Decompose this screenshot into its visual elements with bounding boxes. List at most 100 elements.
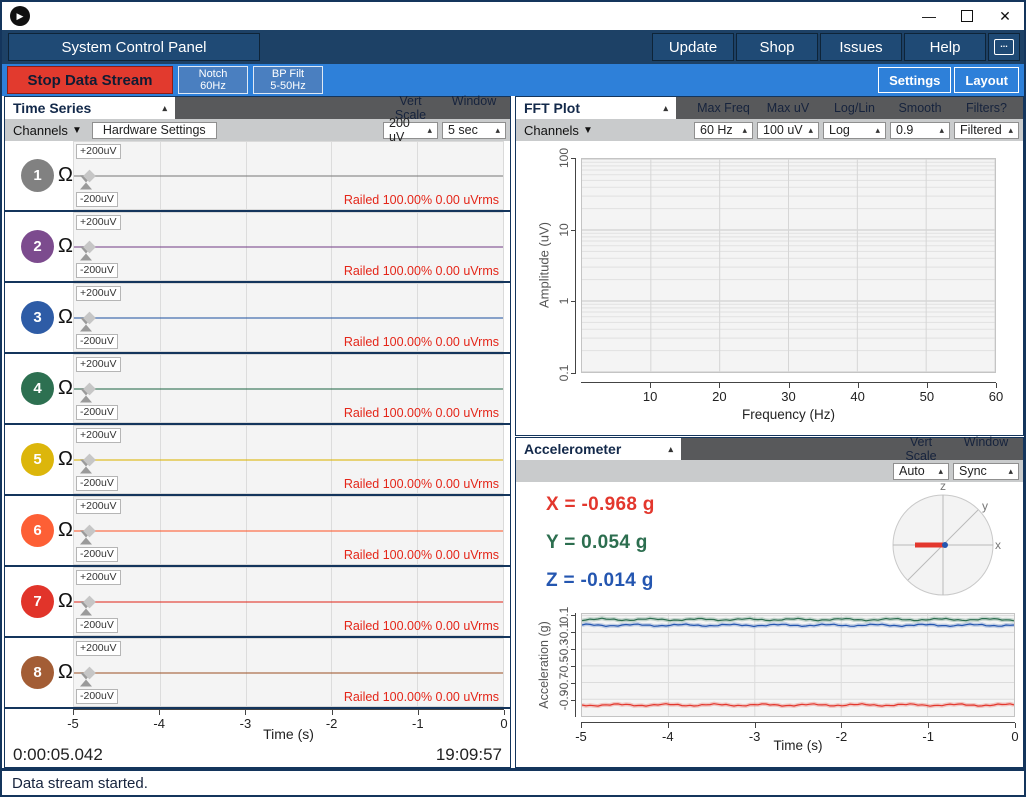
console-popout-button[interactable]: ... xyxy=(988,33,1020,61)
axis-tick-label: 0 xyxy=(1011,729,1019,744)
settings-button[interactable]: Settings xyxy=(878,67,952,93)
time-series-widget: Time Series ▴ Vert Scale Window Channels… xyxy=(4,94,511,768)
axis-tick-label: 10 xyxy=(642,389,658,404)
fft-loglin-dropdown[interactable]: Log ▴ xyxy=(823,121,886,139)
accel-vert-scale-label: Vert Scale xyxy=(905,435,937,463)
fft-maxfreq-dropdown[interactable]: 60 Hz ▴ xyxy=(694,121,753,139)
impedance-ohm-button[interactable]: Ω xyxy=(58,661,73,684)
scale-top-label: +200uV xyxy=(76,286,121,301)
fft-title-row: FFT Plot ▴ Max Freq Max uV Log/Lin Smooth Fi… xyxy=(516,97,1023,119)
shop-button[interactable]: Shop xyxy=(736,33,818,61)
help-button[interactable]: Help xyxy=(904,33,986,61)
channel-number-button[interactable]: 5 xyxy=(21,443,54,476)
axis-tick xyxy=(73,710,74,715)
accel-window-dropdown[interactable]: Sync ▴ xyxy=(953,462,1019,480)
axis-tick xyxy=(417,710,419,715)
channel-number-button[interactable]: 2 xyxy=(21,230,54,263)
railed-status: Railed 100.00% 0.00 uVrms xyxy=(343,548,499,562)
channel-signal-line xyxy=(74,529,503,532)
hardware-settings-button[interactable]: Hardware Settings xyxy=(91,121,217,139)
console-window-icon: ... xyxy=(994,39,1014,55)
axis-tick xyxy=(857,383,859,388)
channel-row: 6 Ω +200uV -200uV Railed 100.00% 0.00 uV… xyxy=(5,496,510,567)
impedance-ohm-button[interactable]: Ω xyxy=(58,306,73,329)
ball-y-label: y xyxy=(982,499,988,513)
railed-markers xyxy=(80,595,96,616)
issues-button[interactable]: Issues xyxy=(820,33,902,61)
status-message: Data stream started. xyxy=(12,774,148,792)
vert-scale-dropdown[interactable]: 200 uV ▴ xyxy=(383,116,438,144)
impedance-ohm-button[interactable]: Ω xyxy=(58,448,73,471)
railed-status: Railed 100.00% 0.00 uVrms xyxy=(343,264,499,278)
scale-bottom-label: -200uV xyxy=(76,192,118,207)
axis-tick-label: 40 xyxy=(850,389,865,404)
chevron-down-icon: ▼ xyxy=(582,124,593,136)
fft-control-label: Max uV xyxy=(766,101,810,115)
accelerometer-widget-selector[interactable]: Accelerometer ▴ xyxy=(516,438,681,460)
status-bar: Data stream started. xyxy=(2,768,1024,795)
chevron-up-icon: ▴ xyxy=(1008,465,1013,476)
axis-tick xyxy=(788,383,790,388)
channel-rows: 1 Ω +200uV -200uV Railed 100.00% 0.00 uV… xyxy=(5,141,510,709)
channels-dropdown-button[interactable]: Channels ▼ xyxy=(13,123,82,138)
channel-number-button[interactable]: 4 xyxy=(21,372,54,405)
time-readouts: 0:00:05.042 19:09:57 xyxy=(5,743,510,767)
time-series-widget-selector[interactable]: Time Series ▴ xyxy=(5,97,175,119)
axis-tick-label: -2 xyxy=(835,729,848,744)
notch-filter-button[interactable]: Notch 60Hz xyxy=(178,66,248,94)
fft-y-tick-label: 100 xyxy=(557,147,571,169)
channel-gutter: 7 Ω xyxy=(5,567,73,636)
axis-tick xyxy=(159,710,161,715)
axis-tick-label: 30 xyxy=(781,389,796,404)
maximize-button[interactable] xyxy=(948,3,986,29)
fft-widget-selector[interactable]: FFT Plot ▴ xyxy=(516,97,676,119)
channel-gutter: 6 Ω xyxy=(5,496,73,565)
scale-top-label: +200uV xyxy=(76,357,121,372)
minimize-button[interactable]: — xyxy=(910,3,948,29)
impedance-ohm-button[interactable]: Ω xyxy=(58,377,73,400)
scale-top-label: +200uV xyxy=(76,428,121,443)
accel-y-axis-label: Acceleration (g) xyxy=(537,621,551,709)
axis-tick-label: 60 xyxy=(988,389,1004,404)
fft-x-axis-line: 10 20 30 40 50 60 xyxy=(581,382,1003,404)
channel-plot-area: +200uV -200uV Railed 100.00% 0.00 uVrms xyxy=(73,638,504,707)
impedance-ohm-button[interactable]: Ω xyxy=(58,164,73,187)
system-control-panel-button[interactable]: System Control Panel xyxy=(8,33,260,61)
axis-tick xyxy=(928,723,930,728)
fft-maxuv-dropdown[interactable]: 100 uV ▴ xyxy=(757,121,819,139)
chevron-up-icon: ▴ xyxy=(495,124,500,135)
chevron-up-icon: ▴ xyxy=(938,465,943,476)
stop-data-stream-button[interactable]: Stop Data Stream xyxy=(7,66,173,94)
fft-channels-dropdown-button[interactable]: Channels ▼ xyxy=(524,123,593,138)
axis-tick-label: -5 xyxy=(575,729,587,744)
fft-smooth-dropdown[interactable]: 0.9 ▴ xyxy=(890,121,950,139)
window-dropdown[interactable]: 5 sec ▴ xyxy=(442,121,506,139)
channel-number-button[interactable]: 3 xyxy=(21,301,54,334)
impedance-ohm-button[interactable]: Ω xyxy=(58,590,73,613)
fft-y-axis-label: Amplitude (uV) xyxy=(536,222,552,308)
channel-number-button[interactable]: 7 xyxy=(21,585,54,618)
accel-vert-scale-dropdown[interactable]: Auto ▴ xyxy=(893,462,949,480)
bandpass-filter-button[interactable]: BP Filt 5-50Hz xyxy=(253,66,323,94)
railed-markers xyxy=(80,453,96,474)
layout-button[interactable]: Layout xyxy=(954,67,1019,93)
main-area: Time Series ▴ Vert Scale Window Channels… xyxy=(2,94,1024,768)
channel-signal-line xyxy=(74,671,503,674)
scale-top-label: +200uV xyxy=(76,641,121,656)
scale-bottom-label: -200uV xyxy=(76,263,118,278)
close-button[interactable]: ✕ xyxy=(986,3,1024,29)
channel-row: 3 Ω +200uV -200uV Railed 100.00% 0.00 uV… xyxy=(5,283,510,354)
channel-number-button[interactable]: 6 xyxy=(21,514,54,547)
fft-filters-dropdown[interactable]: Filtered ▴ xyxy=(954,121,1019,139)
scale-bottom-label: -200uV xyxy=(76,405,118,420)
update-button[interactable]: Update xyxy=(652,33,734,61)
impedance-ohm-button[interactable]: Ω xyxy=(58,519,73,542)
scale-bottom-label: -200uV xyxy=(76,334,118,349)
channel-number-button[interactable]: 8 xyxy=(21,656,54,689)
channel-number-button[interactable]: 1 xyxy=(21,159,54,192)
railed-status: Railed 100.00% 0.00 uVrms xyxy=(343,406,499,420)
accel-y-value: Y = 0.054 g xyxy=(546,532,648,553)
window-controls: — ✕ xyxy=(910,3,1024,29)
channel-row: 2 Ω +200uV -200uV Railed 100.00% 0.00 uV… xyxy=(5,212,510,283)
impedance-ohm-button[interactable]: Ω xyxy=(58,235,73,258)
